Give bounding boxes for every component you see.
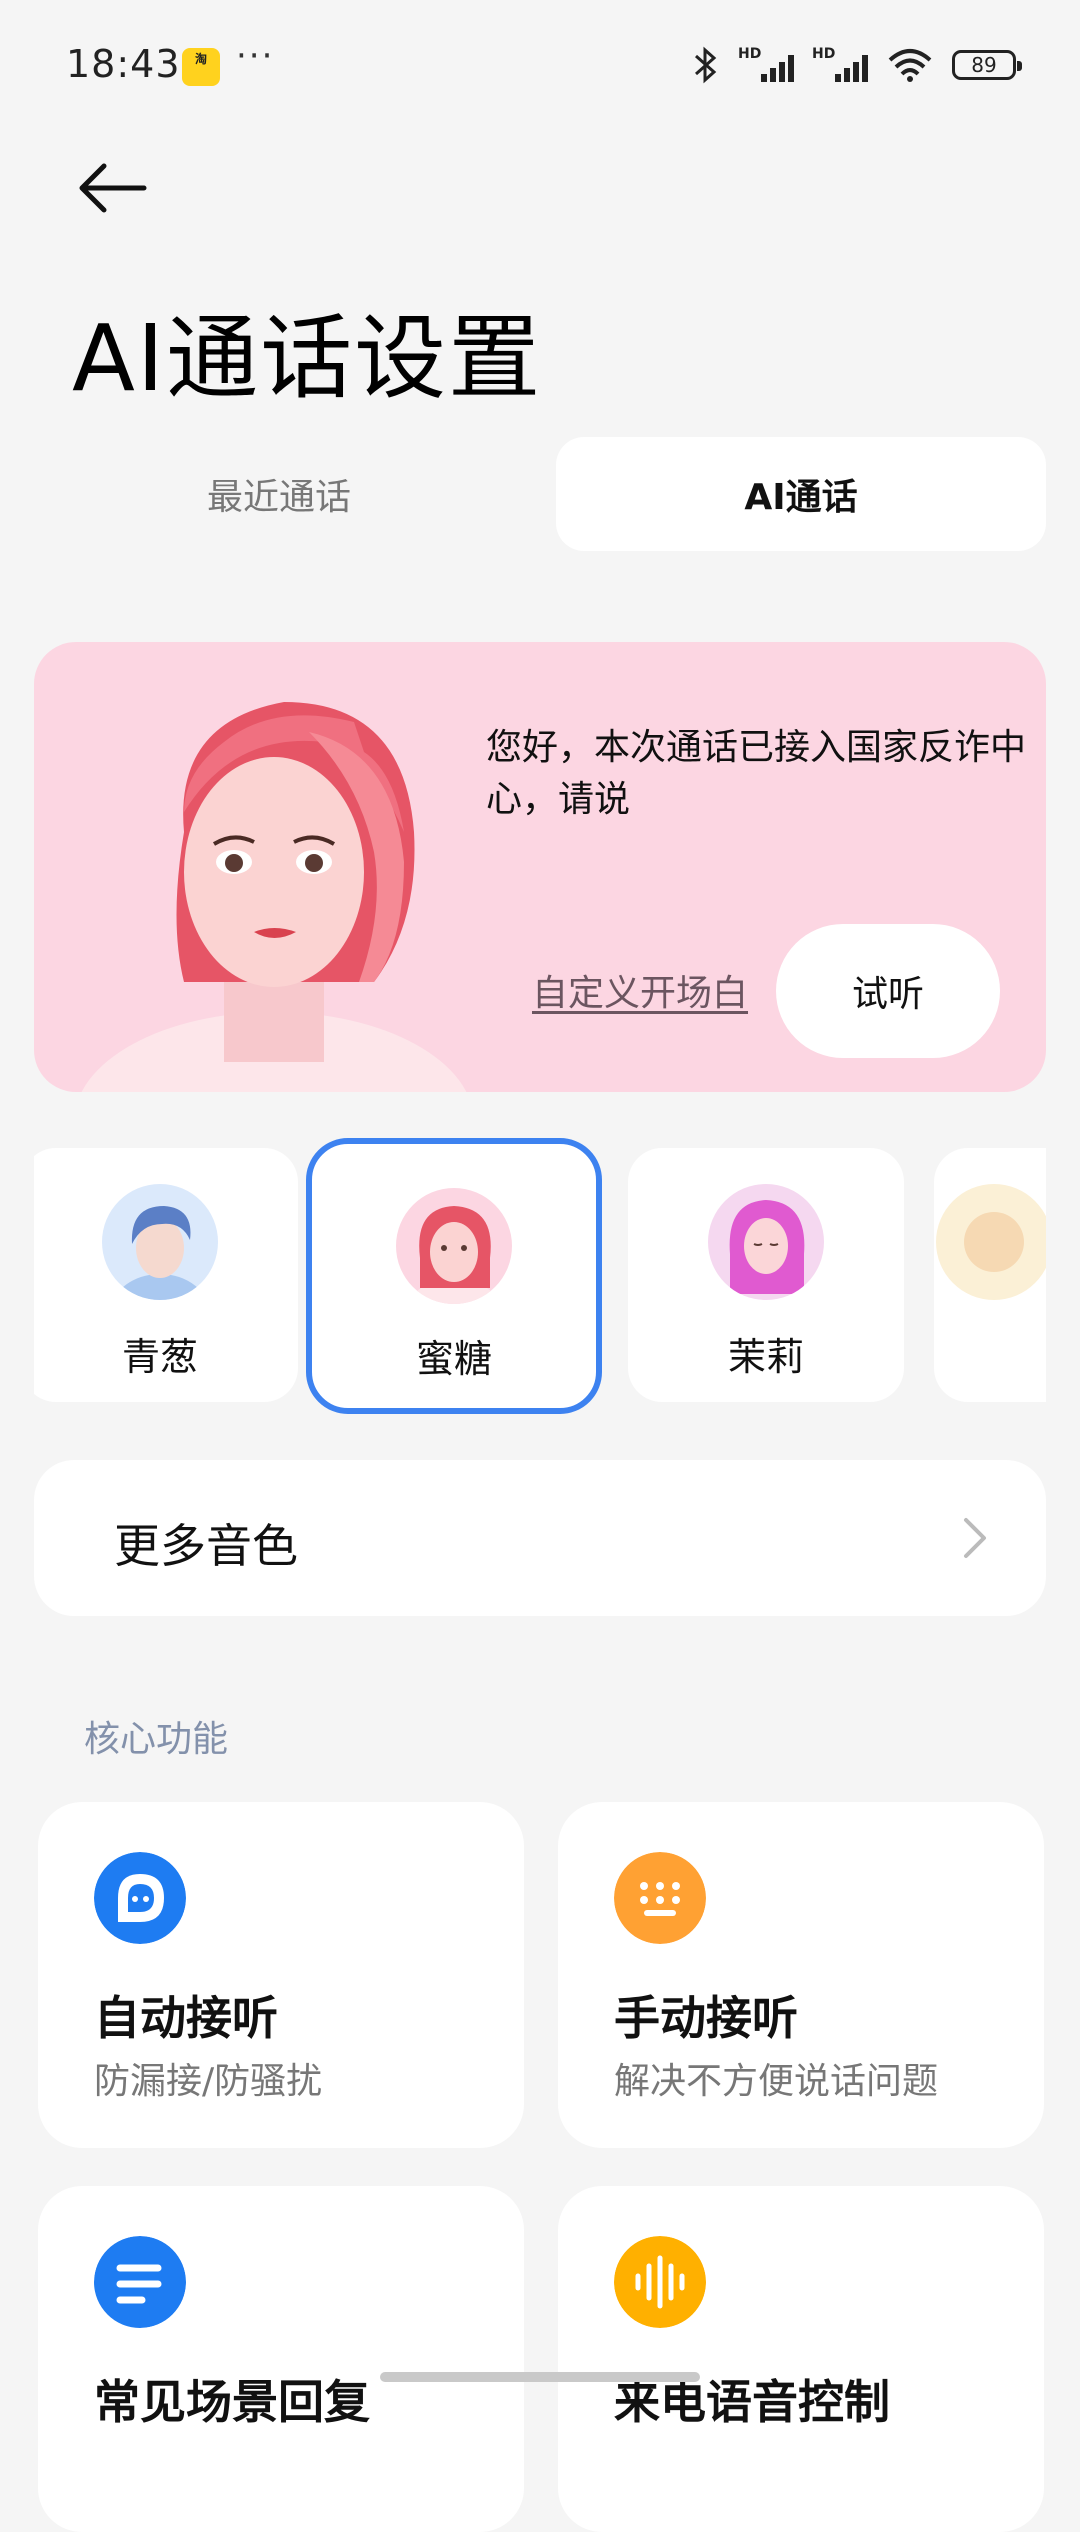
- feature-voice-control[interactable]: 来电语音控制: [558, 2186, 1044, 2532]
- section-label-core: 核心功能: [84, 1719, 229, 1760]
- battery-icon: 89: [952, 50, 1022, 80]
- cell-signal-2-icon: HD: [812, 46, 868, 84]
- feature-subtitle: 防漏接/防骚扰: [94, 2061, 323, 2102]
- greeting-text: 您好，本次通话已接入国家反诈中心，请说: [486, 727, 1027, 820]
- feature-title: 自动接听: [94, 1991, 278, 2045]
- chat-bubble-icon: [94, 1852, 186, 1944]
- more-notifications-icon: ···: [236, 36, 275, 76]
- feature-auto-answer[interactable]: 自动接听 防漏接/防骚扰: [38, 1802, 524, 2148]
- voice-card-mitang[interactable]: 蜜糖: [306, 1138, 602, 1414]
- tab-ai-call[interactable]: AI通话: [556, 437, 1046, 551]
- chevron-right-icon: [964, 1518, 986, 1558]
- feature-common-replies[interactable]: 常见场景回复: [38, 2186, 524, 2532]
- home-indicator[interactable]: [380, 2372, 700, 2382]
- voice-name: 茉莉: [727, 1335, 804, 1379]
- keypad-icon: [614, 1852, 706, 1944]
- message-lines-icon: [94, 2236, 186, 2328]
- feature-title: 手动接听: [614, 1991, 798, 2045]
- assistant-avatar-illustration: [81, 702, 467, 1092]
- status-time: 18:43: [66, 42, 181, 86]
- voice-selector: 青葱 蜜糖 茉莉: [34, 1132, 1046, 1424]
- tab-recent-calls[interactable]: 最近通话: [34, 437, 524, 551]
- wifi-icon: [888, 49, 932, 82]
- more-voices-label: 更多音色: [114, 1519, 298, 1573]
- voice-avatar-partial: [936, 1184, 1046, 1300]
- voice-name: 青葱: [121, 1335, 198, 1379]
- voice-card-qingcong[interactable]: 青葱: [34, 1148, 298, 1402]
- app-notification-icon: 淘: [182, 48, 220, 86]
- feature-title: 常见场景回复: [94, 2375, 370, 2429]
- more-voices-row[interactable]: 更多音色: [34, 1460, 1046, 1616]
- back-arrow-icon[interactable]: [74, 156, 150, 220]
- voice-avatar-moli: [708, 1184, 824, 1300]
- listen-button[interactable]: 试听: [776, 924, 1000, 1058]
- custom-opening-link[interactable]: 自定义开场白: [532, 964, 748, 1016]
- voice-card-moli[interactable]: 茉莉: [628, 1148, 904, 1402]
- voice-preview-card: 您好，本次通话已接入国家反诈中心，请说 自定义开场白 试听: [34, 642, 1046, 1092]
- voice-avatar-qingcong: [102, 1184, 218, 1300]
- tab-bar: 最近通话 AI通话: [34, 437, 1046, 551]
- status-icons: HD HD 89: [692, 46, 1022, 84]
- page-title: AI通话设置: [72, 305, 543, 412]
- cell-signal-1-icon: HD: [738, 46, 794, 84]
- feature-manual-answer[interactable]: 手动接听 解决不方便说话问题: [558, 1802, 1044, 2148]
- voice-name: 蜜糖: [415, 1337, 492, 1381]
- bluetooth-icon: [695, 46, 717, 84]
- feature-subtitle: 解决不方便说话问题: [614, 2061, 939, 2102]
- voice-card-partial[interactable]: [934, 1148, 1046, 1402]
- voice-avatar-mitang: [396, 1188, 512, 1304]
- sound-wave-icon: [614, 2236, 706, 2328]
